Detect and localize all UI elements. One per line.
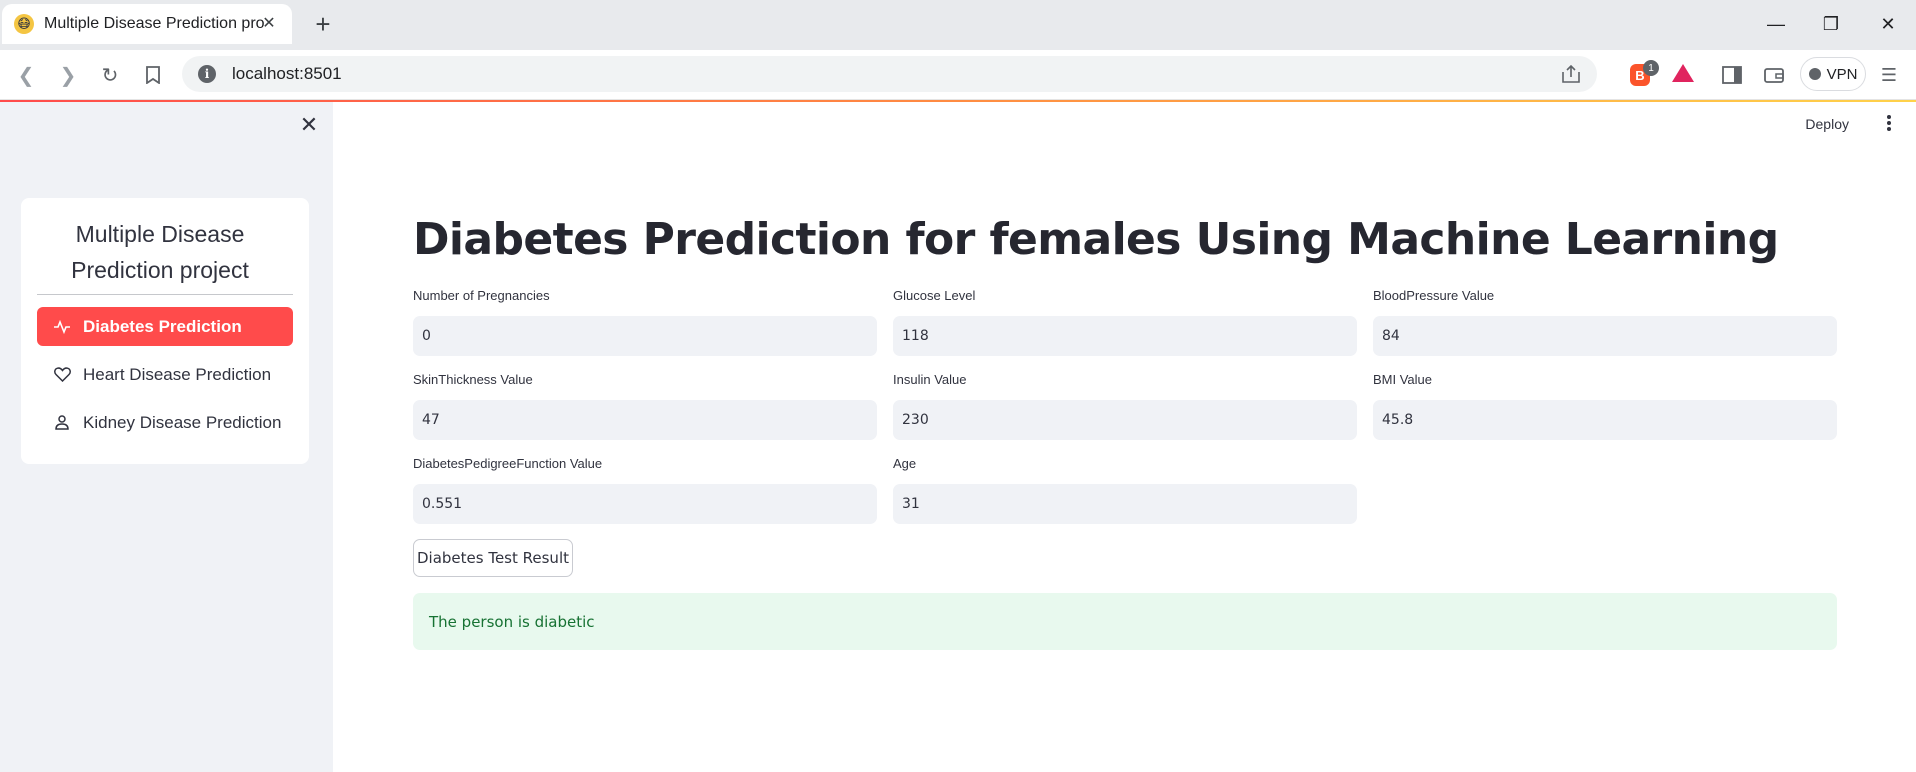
option-menu: Multiple Disease Prediction project Diab…	[21, 198, 309, 464]
close-tab-icon[interactable]: ✕	[258, 12, 280, 34]
shields-badge: 1	[1643, 60, 1659, 76]
field-label: Insulin Value	[893, 372, 967, 387]
deploy-button[interactable]: Deploy	[1805, 116, 1849, 132]
forward-icon[interactable]: ❯	[54, 61, 82, 89]
vpn-button[interactable]: VPN	[1800, 57, 1866, 91]
bmi-input[interactable]: 45.8	[1373, 400, 1837, 440]
field-label: Age	[893, 456, 917, 471]
skin-thickness-field: SkinThickness Value 47	[413, 372, 877, 440]
field-label: BMI Value	[1373, 372, 1433, 387]
diabetes-test-result-button[interactable]: Diabetes Test Result	[413, 539, 573, 577]
skin-thickness-input[interactable]: 47	[413, 400, 877, 440]
age-input[interactable]: 31	[893, 484, 1357, 524]
pedigree-field: DiabetesPedigreeFunction Value 0.551	[413, 456, 877, 524]
sidebar-item-heart[interactable]: Heart Disease Prediction	[37, 355, 293, 394]
back-icon[interactable]: ❮	[12, 61, 40, 89]
pregnancies-field: Number of Pregnancies 0	[413, 288, 877, 356]
reload-icon[interactable]: ↻	[96, 61, 124, 89]
vpn-label: VPN	[1826, 65, 1858, 83]
browser-toolbar: ❮ ❯ ↻ i localhost:8501 B ☰	[0, 50, 1916, 100]
field-label: SkinThickness Value	[413, 372, 533, 387]
sidebar-item-kidney[interactable]: Kidney Disease Prediction	[37, 403, 293, 442]
blood-pressure-field: BloodPressure Value 84	[1373, 288, 1837, 356]
glucose-field: Glucose Level 118	[893, 288, 1357, 356]
restore-icon[interactable]: ❐	[1816, 10, 1846, 38]
activity-icon	[53, 318, 71, 336]
bmi-field: BMI Value 45.8	[1373, 372, 1837, 440]
glucose-input[interactable]: 118	[893, 316, 1357, 356]
site-info-icon[interactable]: i	[198, 65, 216, 83]
sidebar-item-label: Heart Disease Prediction	[83, 364, 272, 384]
sidebar-item-label: Diabetes Prediction	[83, 316, 242, 336]
field-label: DiabetesPedigreeFunction Value	[413, 456, 603, 471]
vpn-status-icon	[1808, 68, 1821, 80]
menu-icon[interactable]: ☰	[1877, 63, 1901, 87]
heart-icon	[53, 366, 71, 384]
insulin-field: Insulin Value 230	[893, 372, 1357, 440]
address-bar[interactable]: i localhost:8501	[182, 56, 1597, 92]
close-sidebar-icon[interactable]: ✕	[298, 112, 320, 137]
field-label: BloodPressure Value	[1373, 288, 1495, 303]
sidebar-item-label: Kidney Disease Prediction	[83, 412, 282, 432]
window-close-icon[interactable]: ✕	[1873, 10, 1903, 38]
main-content: Deploy Diabetes Prediction for females U…	[333, 102, 1916, 772]
sidebar: ✕ Multiple Disease Prediction project Di…	[0, 102, 333, 772]
url-text: localhost:8501	[232, 64, 342, 83]
menu-title: Multiple Disease Prediction project	[71, 221, 249, 283]
tab-title: Multiple Disease Prediction proj	[44, 15, 264, 32]
pregnancies-input[interactable]: 0	[413, 316, 877, 356]
minimize-icon[interactable]: —	[1761, 10, 1791, 38]
wallet-icon[interactable]	[1762, 63, 1786, 87]
result-alert: The person is diabetic	[413, 593, 1837, 650]
browser-tab[interactable]: 😷 Multiple Disease Prediction proj ✕	[2, 4, 292, 44]
sidebar-toggle-icon[interactable]	[1720, 63, 1744, 87]
more-options-icon[interactable]	[1882, 112, 1896, 134]
field-label: Number of Pregnancies	[413, 288, 550, 303]
insulin-input[interactable]: 230	[893, 400, 1357, 440]
browser-tabstrip: 😷 Multiple Disease Prediction proj ✕ + —…	[0, 0, 1916, 50]
favicon-icon: 😷	[14, 14, 34, 34]
menu-divider	[37, 294, 293, 295]
person-icon	[53, 414, 71, 432]
page-title: Diabetes Prediction for females Using Ma…	[413, 214, 1779, 265]
age-field: Age 31	[893, 456, 1357, 524]
bookmark-icon[interactable]	[139, 61, 167, 89]
brave-rewards-icon[interactable]	[1672, 64, 1694, 82]
field-label: Glucose Level	[893, 288, 976, 303]
blood-pressure-input[interactable]: 84	[1373, 316, 1837, 356]
sidebar-item-diabetes[interactable]: Diabetes Prediction	[37, 307, 293, 346]
share-icon[interactable]	[1561, 64, 1581, 84]
new-tab-button[interactable]: +	[310, 9, 336, 39]
pedigree-input[interactable]: 0.551	[413, 484, 877, 524]
